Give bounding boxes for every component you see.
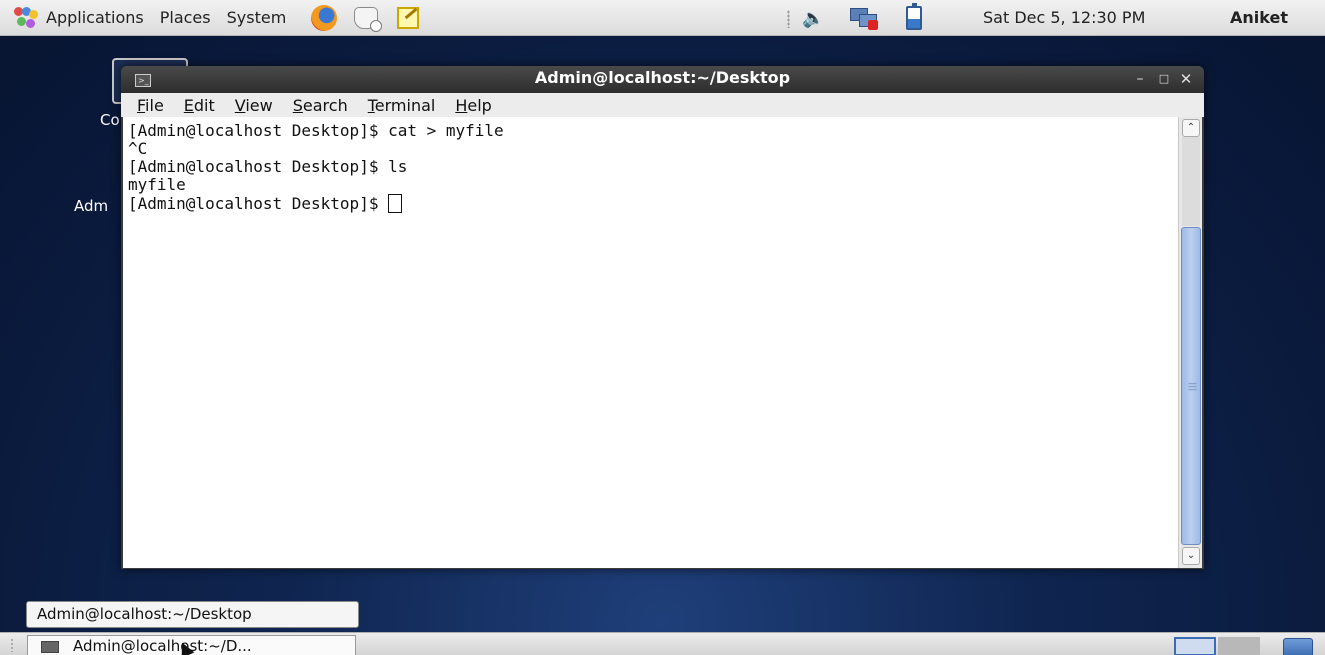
- menu-help[interactable]: Help: [445, 96, 501, 115]
- terminal-prompt: [Admin@localhost Desktop]$: [128, 194, 389, 213]
- panel-separator: [787, 10, 790, 28]
- top-panel: Applications Places System 🔈 Sat Dec 5, …: [0, 0, 1325, 36]
- window-title: Admin@localhost:~/Desktop: [534, 68, 791, 87]
- workspace-2[interactable]: [1218, 637, 1260, 655]
- window-menubar: File Edit View Search Terminal Help: [121, 93, 1204, 117]
- terminal-line: myfile: [128, 175, 186, 194]
- trash-icon[interactable]: [1283, 638, 1313, 655]
- menu-places[interactable]: Places: [152, 8, 219, 27]
- speaker-icon[interactable]: 🔈: [802, 8, 830, 29]
- scroll-up-button[interactable]: ⌃: [1182, 119, 1200, 137]
- network-icon[interactable]: [850, 6, 880, 30]
- taskbar-window-label: Admin@localhost:~/D...: [73, 637, 252, 655]
- firefox-icon: [311, 4, 338, 31]
- menu-system[interactable]: System: [219, 8, 295, 27]
- mail-icon: [354, 6, 383, 32]
- scroll-down-button[interactable]: ⌄: [1182, 547, 1200, 565]
- desktop-icon-label: Co: [100, 111, 120, 129]
- text-cursor: [388, 194, 403, 213]
- menu-terminal[interactable]: Terminal: [358, 96, 446, 115]
- desktop-icon-label: Adm: [74, 197, 109, 215]
- maximize-button[interactable]: □: [1155, 70, 1173, 88]
- scrollbar-track[interactable]: [1182, 137, 1200, 226]
- terminal-window: >_ Admin@localhost:~/Desktop – □ ✕ File …: [121, 66, 1204, 569]
- menu-edit[interactable]: Edit: [174, 96, 225, 115]
- panel-handle[interactable]: [10, 638, 14, 652]
- menu-view[interactable]: View: [225, 96, 283, 115]
- notes-icon: [397, 6, 420, 29]
- bottom-panel: Admin@localhost:~/D...: [0, 632, 1325, 655]
- scrollbar-grip-icon: — — —: [1188, 379, 1197, 395]
- notes-launcher[interactable]: [394, 4, 422, 32]
- menu-search[interactable]: Search: [283, 96, 358, 115]
- vertical-scrollbar[interactable]: ⌃ — — — ⌄: [1178, 117, 1202, 568]
- menu-applications[interactable]: Applications: [38, 8, 152, 27]
- terminal-output[interactable]: [Admin@localhost Desktop]$ cat > myfile …: [123, 117, 1178, 568]
- window-titlebar[interactable]: >_ Admin@localhost:~/Desktop – □ ✕: [121, 66, 1204, 93]
- user-menu[interactable]: Aniket: [1230, 0, 1288, 36]
- battery-icon[interactable]: [906, 3, 922, 30]
- terminal-line: ^C: [128, 139, 148, 158]
- menu-file[interactable]: File: [121, 96, 174, 115]
- close-button[interactable]: ✕: [1177, 70, 1195, 88]
- terminal-icon: [41, 641, 59, 653]
- applications-menu-icon[interactable]: [14, 6, 38, 29]
- terminal-line: [Admin@localhost Desktop]$ ls: [128, 157, 408, 176]
- firefox-launcher[interactable]: [310, 4, 338, 32]
- terminal-line: [Admin@localhost Desktop]$ cat > myfile: [128, 121, 504, 140]
- minimize-button[interactable]: –: [1131, 70, 1149, 88]
- taskbar-tooltip: Admin@localhost:~/Desktop: [26, 601, 359, 628]
- mail-launcher[interactable]: [352, 4, 383, 32]
- terminal-prompt-line[interactable]: [Admin@localhost Desktop]$: [128, 194, 1178, 213]
- scrollbar-thumb[interactable]: — — —: [1181, 227, 1201, 545]
- workspace-1[interactable]: [1174, 637, 1216, 655]
- clock[interactable]: Sat Dec 5, 12:30 PM: [983, 0, 1145, 36]
